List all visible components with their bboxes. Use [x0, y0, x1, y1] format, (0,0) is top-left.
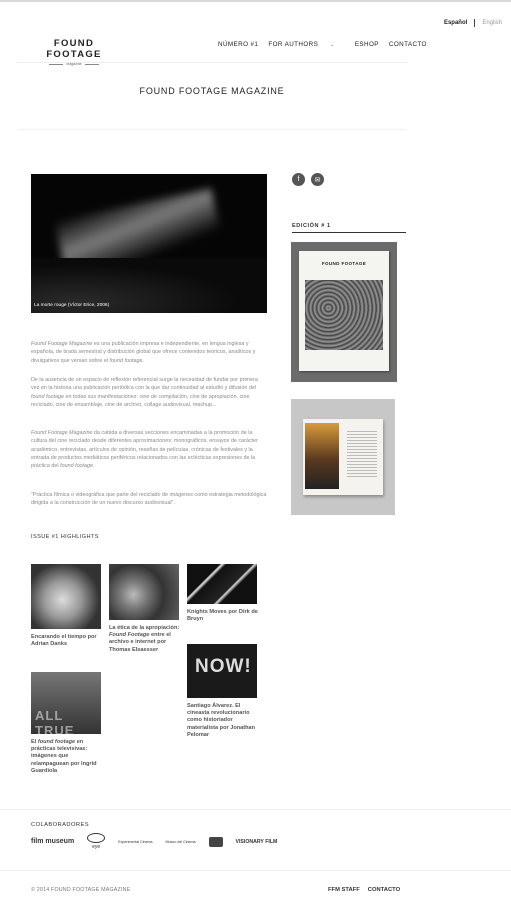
emphasis: found footage	[109, 357, 143, 364]
nav-contacto[interactable]: CONTACTO	[389, 41, 427, 48]
lang-divider	[474, 19, 476, 27]
text: De la ausencia de un espacio de reflexió…	[31, 377, 258, 392]
highlight-photo: NOW!	[187, 644, 257, 698]
highlight-photo	[187, 564, 257, 604]
edition-underline	[292, 232, 406, 233]
highlight-caption: Santiago Álvarez. El cineasta revolucion…	[187, 703, 256, 738]
lang-en-link[interactable]: English	[482, 20, 502, 26]
highlight-card[interactable]: Knights Moves por Dirk de Bruyn	[187, 564, 263, 623]
text: La ética de la apropiación:	[109, 625, 180, 631]
highlight-photo: ALL TRUE	[31, 672, 101, 734]
language-switcher: Español English	[444, 19, 502, 27]
highlights-heading: ISSUE #1 HIGHLIGHTS	[31, 534, 99, 540]
chevron-down-icon: ⌄	[330, 42, 335, 48]
lang-es-link[interactable]: Español	[444, 20, 467, 26]
footer-divider	[0, 809, 511, 810]
eye-logo[interactable]: eye	[87, 833, 106, 850]
collaborator-logos: film museum eye Experimental Cinema Muse…	[31, 833, 290, 850]
highlight-caption: Encarando el tiempo por Adrian Danks	[31, 634, 97, 648]
highlight-photo	[109, 564, 179, 620]
highlight-card[interactable]: La ética de la apropiación: Found Footag…	[109, 564, 185, 654]
copyright: © 2014 FOUND FOOTAGE MAGAZINE	[31, 887, 131, 893]
nav-for-authors[interactable]: FOR AUTHORS ⌄	[268, 41, 344, 48]
title-divider	[17, 129, 407, 130]
highlight-caption: La ética de la apropiación: Found Footag…	[109, 625, 185, 654]
bottom-divider	[0, 870, 511, 871]
nav-for-authors-label: FOR AUTHORS	[268, 41, 319, 48]
book-title: FOUND FOOTAGE	[321, 261, 367, 266]
highlight-card[interactable]: NOW! Santiago Álvarez. El cineasta revol…	[187, 644, 263, 739]
footer-link-contacto[interactable]: CONTACTO	[368, 887, 400, 893]
visionary-film-logo[interactable]: VISIONARY FILM	[236, 839, 278, 845]
hero-caption: La morte rouge (Víctor Erice, 2006)	[34, 303, 110, 308]
experimental-cinema-logo[interactable]: Experimental Cinema	[118, 840, 152, 844]
page-title: FOUND FOOTAGE MAGAZINE	[139, 86, 285, 96]
footer-link-ffm-staff[interactable]: FFM STAFF	[328, 887, 360, 893]
magazine-spread-image[interactable]	[291, 399, 395, 515]
top-border	[0, 0, 511, 2]
logo-title: FOUND FOOTAGE	[46, 38, 102, 60]
facebook-icon[interactable]: f	[292, 173, 305, 186]
highlight-card[interactable]: ALL TRUE El found footage en prácticas t…	[31, 672, 107, 775]
spread-text-lines	[347, 429, 377, 477]
emphasis: Found Footage Magazine	[31, 341, 93, 347]
social-links: f ✉	[292, 173, 330, 186]
photo-text: NOW!	[195, 656, 252, 677]
edition-label: EDICIÓN # 1	[292, 223, 331, 229]
collaborators-heading: COLABORADORES	[31, 822, 90, 828]
intro-paragraph-1: Found Footage Magazine es una publicació…	[31, 340, 267, 365]
highlight-caption: Knights Moves por Dirk de Bruyn	[187, 609, 258, 623]
book-cover: FOUND FOOTAGE	[299, 251, 389, 371]
emphasis: Found Footage Magazine	[31, 430, 93, 436]
emphasis: found footage	[37, 739, 76, 745]
eye-logo-label: eye	[92, 844, 101, 850]
cover-photo	[305, 280, 383, 350]
emphasis: Found Footage	[109, 632, 150, 639]
magazine-cover-image[interactable]: FOUND FOOTAGE	[291, 242, 397, 382]
hero-image: La morte rouge (Víctor Erice, 2006)	[31, 174, 267, 313]
museo-del-cinema-logo[interactable]: Museo del Cinema	[166, 840, 196, 844]
text: .	[93, 463, 95, 470]
intro-paragraph-4: "Práctica fílmica o videográfica que par…	[31, 492, 267, 507]
main-nav: NÚMERO #1 FOR AUTHORS ⌄ ESHOP CONTACTO	[218, 41, 437, 48]
emphasis: found footage	[60, 463, 94, 470]
intro-paragraph-2: De la ausencia de un espacio de reflexió…	[31, 376, 267, 409]
mail-icon[interactable]: ✉	[311, 173, 324, 186]
text: El	[31, 739, 38, 745]
text: .	[142, 357, 145, 364]
nav-numero-1[interactable]: NÚMERO #1	[218, 41, 258, 48]
highlight-card[interactable]: Encarando el tiempo por Adrian Danks	[31, 564, 107, 648]
intro-paragraph-3: Found Footage Magazine da cabida a diver…	[31, 429, 267, 470]
spread-photo	[305, 423, 339, 489]
filmmuseum-logo[interactable]: film museum	[31, 838, 74, 845]
nav-eshop[interactable]: ESHOP	[355, 41, 379, 48]
header-divider	[17, 62, 407, 63]
emphasis: found footage	[31, 393, 64, 400]
highlight-caption: El found footage en prácticas televisiva…	[31, 739, 107, 775]
eye-icon	[87, 833, 106, 843]
highlight-photo	[31, 564, 101, 629]
photo-text: ALL TRUE	[35, 708, 75, 734]
footer-links: FFM STAFF CONTACTO	[328, 887, 408, 893]
camera-icon[interactable]	[208, 836, 223, 847]
text: en todas sus manifestaciones: cine de co…	[31, 393, 250, 408]
